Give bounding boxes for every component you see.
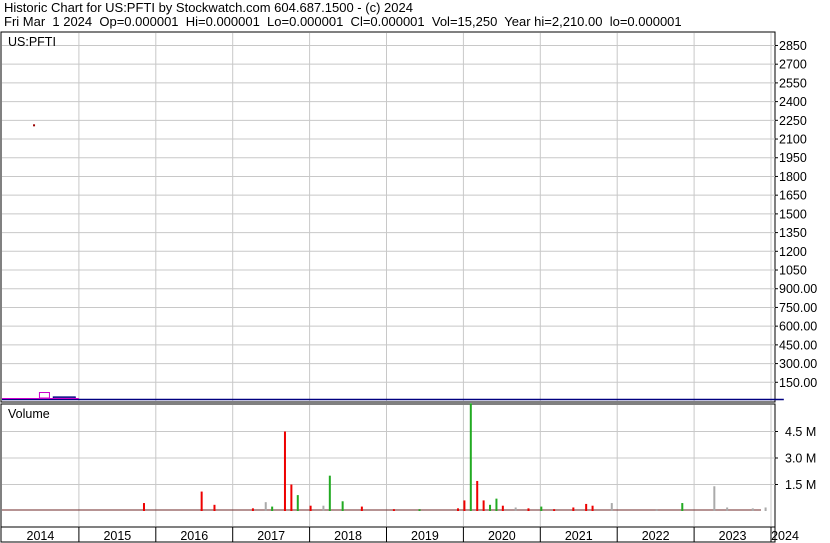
volume-bar [200, 491, 203, 511]
volume-bar [713, 486, 716, 511]
price-tick-label: 2400 [779, 95, 807, 109]
volume-panel-title: Volume [8, 407, 50, 421]
price-spike-box [52, 396, 76, 399]
volume-bar [572, 507, 575, 511]
year-label: 2018 [334, 529, 362, 543]
price-panel-title: US:PFTI [8, 35, 56, 49]
volume-bar [726, 507, 729, 511]
volume-bar [456, 508, 459, 511]
price-panel-frame [0, 31, 776, 403]
year-label: 2021 [565, 529, 593, 543]
volume-layer [2, 403, 767, 511]
volume-bar [418, 509, 421, 511]
price-tick-label: 1800 [779, 170, 807, 184]
price-tick-label: 1350 [779, 226, 807, 240]
volume-bar [476, 480, 479, 511]
volume-bar [271, 506, 274, 511]
volume-bar [553, 509, 556, 511]
volume-bar [764, 507, 767, 511]
volume-bar [213, 504, 216, 511]
year-label: 2024 [771, 529, 799, 543]
price-tick-label: 1200 [779, 245, 807, 259]
price-tick-label: 2100 [779, 133, 807, 147]
year-label: 2023 [719, 529, 747, 543]
volume-bar [469, 403, 472, 511]
volume-tick-label: 1.5 M [785, 478, 816, 492]
price-layer [2, 124, 784, 401]
price-volume-chart: 2850 2700 2550 2400 2250 2100 1950 1800 1650 1500… [0, 31, 818, 543]
price-tick-label: 300.00 [779, 357, 817, 371]
price-tick-label: 1050 [779, 264, 807, 278]
price-tick-label: 2850 [779, 39, 807, 53]
volume-bar [360, 506, 363, 511]
price-tick-label: 1500 [779, 207, 807, 221]
volume-bar [540, 506, 543, 511]
volume-bar [501, 505, 504, 511]
price-tick-label: 900.00 [779, 282, 817, 296]
volume-bar [482, 500, 485, 511]
volume-tick-label: 4.5 M [785, 425, 816, 439]
volume-bar [751, 508, 754, 511]
price-tick-label: 2700 [779, 58, 807, 72]
volume-bar [309, 505, 312, 511]
volume-bar [341, 501, 344, 511]
volume-bar [610, 503, 613, 511]
axis-layer: 2850 2700 2550 2400 2250 2100 1950 1800 1650 1500… [27, 39, 818, 543]
volume-bar [655, 509, 658, 511]
year-label: 2015 [103, 529, 131, 543]
volume-bar [290, 484, 293, 511]
volume-bar [527, 508, 530, 511]
volume-bar [142, 503, 145, 511]
price-spike-box [38, 392, 50, 399]
price-tick-label: 600.00 [779, 320, 817, 334]
volume-bar [328, 475, 331, 511]
volume-bar [681, 503, 684, 511]
year-label: 2020 [488, 529, 516, 543]
volume-bar [392, 509, 395, 511]
volume-bar [296, 495, 299, 511]
volume-bar [463, 500, 466, 511]
volume-bar [264, 502, 267, 511]
price-point [33, 124, 36, 127]
price-tick-label: 150.00 [779, 376, 817, 390]
year-label: 2014 [27, 529, 55, 543]
volume-bar [283, 431, 286, 511]
year-label: 2022 [642, 529, 670, 543]
price-tick-label: 2550 [779, 76, 807, 90]
price-tick-label: 1950 [779, 151, 807, 165]
price-tick-label: 450.00 [779, 338, 817, 352]
volume-bar [489, 504, 492, 511]
price-tick-label: 750.00 [779, 301, 817, 315]
volume-baseline [2, 509, 761, 511]
volume-panel-frame [0, 403, 776, 528]
volume-bar [591, 505, 594, 511]
year-label: 2016 [180, 529, 208, 543]
year-label: 2019 [411, 529, 439, 543]
price-tick-label: 2250 [779, 114, 807, 128]
year-label: 2017 [257, 529, 285, 543]
volume-bar [585, 503, 588, 511]
volume-tick-label: 3.0 M [785, 452, 816, 466]
volume-bar [514, 507, 517, 511]
grid-layer [2, 33, 775, 526]
price-tick-label: 1650 [779, 189, 807, 203]
volume-bar [495, 498, 498, 511]
volume-bar [322, 505, 325, 511]
volume-bar [251, 508, 254, 511]
